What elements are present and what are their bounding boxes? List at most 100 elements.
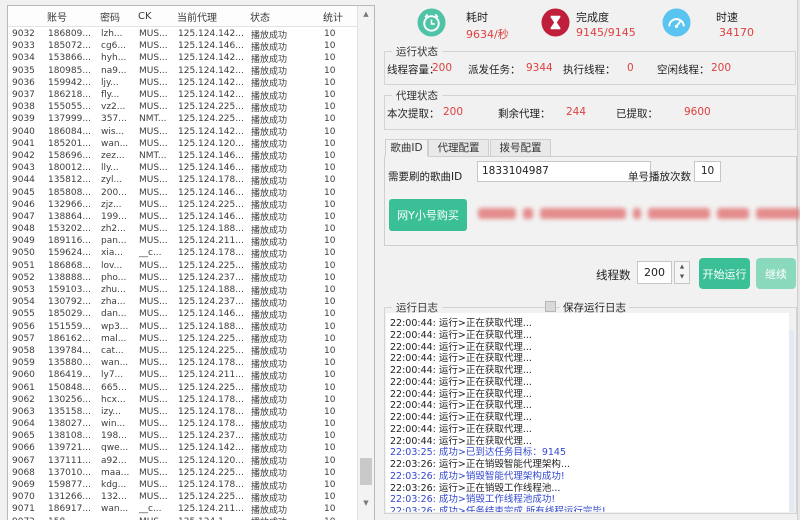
table-cell: 132... [97, 492, 135, 502]
save-log-checkbox[interactable] [545, 301, 556, 312]
table-row[interactable]: 9062130256...hcx...MUS...125.124.178...播… [8, 394, 357, 406]
table-header-proxy[interactable]: 当前代理 [174, 9, 247, 24]
table-row[interactable]: 9037186218...fly...MUS...125.124.142...播… [8, 89, 357, 101]
table-row[interactable]: 9047138864...199...MUS...125.124.146...播… [8, 211, 357, 223]
buy-account-button[interactable]: 网Y小号购买 [389, 199, 467, 231]
tab-proxy-config[interactable]: 代理配置 [428, 139, 489, 157]
table-row[interactable]: 9042158696...zez...NMT...125.124.146...播… [8, 150, 357, 162]
log-entry: 22:00:44: 运行>正在获取代理... [390, 412, 789, 424]
table-row[interactable]: 9054130792...zha...MUS...125.124.237...播… [8, 296, 357, 308]
speed-value: 34170 [719, 26, 754, 39]
table-row[interactable]: 9051186868...lov...MUS...125.124.225...播… [8, 260, 357, 272]
table-vertical-scrollbar[interactable]: ▲ ▼ [357, 6, 374, 520]
table-row[interactable]: 9046132966...zjz...MUS...125.124.225...播… [8, 199, 357, 211]
table-row[interactable]: 9045185808...200...MUS...125.124.146...播… [8, 186, 357, 198]
table-cell: 159877... [44, 480, 97, 490]
run-status-title: 运行状态 [392, 44, 442, 59]
table-row[interactable]: 9052138888...pho...MUS...125.124.237...播… [8, 272, 357, 284]
table-cell: 125.124.225... [174, 261, 247, 271]
tab-song-id[interactable]: 歌曲ID [385, 139, 428, 157]
table-header-ck[interactable]: CK [135, 11, 174, 22]
table-row[interactable]: 9072158......MUS...125.124.1...播放成功10 [8, 516, 357, 520]
table-row[interactable]: 9060186419...ly7...MUS...125.124.211...播… [8, 369, 357, 381]
table-cell: MUS... [135, 468, 174, 478]
scroll-down-icon[interactable]: ▼ [358, 496, 374, 510]
table-cell: MUS... [135, 90, 174, 100]
account-table: 账号 密码 CK 当前代理 状态 统计 9032186809...lzh...M… [7, 5, 375, 520]
table-row[interactable]: 9068137010...maa...MUS...125.124.225...播… [8, 467, 357, 479]
table-cell: 9032 [8, 29, 44, 39]
table-cell: 9039 [8, 114, 44, 124]
table-row[interactable]: 9071186917...wan...__c...125.124.211...播… [8, 503, 357, 515]
start-run-button[interactable]: 开始运行 [699, 258, 750, 289]
table-row[interactable]: 9055185029...dan...MUS...125.124.146...播… [8, 308, 357, 320]
table-cell: 9069 [8, 480, 44, 490]
table-row[interactable]: 9035180985...na9...MUS...125.124.142...播… [8, 65, 357, 77]
table-row[interactable]: 9061150848...665...MUS...125.124.225...播… [8, 381, 357, 393]
log-entry: 22:03:26: 成功>销毁智能代理架构成功! [390, 471, 789, 483]
scroll-up-icon[interactable]: ▲ [358, 7, 374, 21]
table-cell: 159942... [44, 78, 97, 88]
table-row[interactable]: 9067137111...a92...MUS...125.124.120...播… [8, 455, 357, 467]
table-row[interactable]: 9032186809...lzh...MUS...125.124.142...播… [8, 28, 357, 40]
stepper-up-icon[interactable]: ▲ [675, 262, 689, 272]
table-row[interactable]: 9043180012...lly...MUS...125.124.146...播… [8, 162, 357, 174]
run-log-output[interactable]: 22:00:44: 运行>正在获取代理... 22:00:44: 运行>正在获取代… [386, 313, 789, 512]
thread-count-input[interactable]: 200 [637, 261, 672, 284]
table-cell: 125.124.146... [174, 41, 247, 51]
table-cell: 125.124.142... [174, 78, 247, 88]
table-cell: 播放成功 [247, 320, 320, 333]
table-cell: 158696... [44, 151, 97, 161]
table-row[interactable]: 9036159942...ljy...MUS...125.124.142...播… [8, 77, 357, 89]
table-row[interactable]: 9041185201...wan...MUS...125.124.120...播… [8, 138, 357, 150]
table-row[interactable]: 9065138108...198...MUS...125.124.237...播… [8, 430, 357, 442]
table-cell: 播放成功 [247, 101, 320, 114]
table-cell: 10 [320, 309, 357, 319]
completion-hourglass-icon [541, 8, 570, 37]
table-row[interactable]: 9056151559...wp3...MUS...125.124.188...播… [8, 321, 357, 333]
continue-button[interactable]: 继续 [756, 258, 796, 289]
table-row[interactable]: 9033185072...cg6...MUS...125.124.146...播… [8, 40, 357, 52]
table-cell: 10 [320, 200, 357, 210]
song-id-input[interactable]: 1833104987 [477, 161, 651, 182]
table-header-status[interactable]: 状态 [247, 9, 320, 24]
table-row[interactable]: 9049189116...pan...MUS...125.124.211...播… [8, 235, 357, 247]
table-cell: 10 [320, 504, 357, 514]
table-header-password[interactable]: 密码 [97, 9, 135, 24]
play-count-input[interactable]: 10 [694, 161, 721, 182]
table-row[interactable]: 9053159103...zhu...MUS...125.124.188...播… [8, 284, 357, 296]
stepper-down-icon[interactable]: ▼ [675, 272, 689, 282]
table-cell: 9053 [8, 285, 44, 295]
table-row[interactable]: 9070131266...132...MUS...125.124.225...播… [8, 491, 357, 503]
log-entry: 22:00:44: 运行>正在获取代理... [390, 377, 789, 389]
table-cell: MUS... [135, 334, 174, 344]
table-cell: MUS... [135, 78, 174, 88]
table-row[interactable]: 9044135812...zyl...MUS...125.124.178...播… [8, 174, 357, 186]
table-row[interactable]: 9064138027...win...MUS...125.124.178...播… [8, 418, 357, 430]
table-row[interactable]: 9038155055...vz2...MUS...125.124.225...播… [8, 101, 357, 113]
table-cell: __c... [135, 248, 174, 258]
table-row[interactable]: 9039137999...357...NMT...125.124.225...播… [8, 113, 357, 125]
table-row[interactable]: 9048153202...zh2...MUS...125.124.188...播… [8, 223, 357, 235]
table-cell: 139721... [44, 443, 97, 453]
table-row[interactable]: 9059135880...wan...MUS...125.124.178...播… [8, 357, 357, 369]
table-row[interactable]: 9063135158...izy...MUS...125.124.178...播… [8, 406, 357, 418]
table-cell: MUS... [135, 139, 174, 149]
log-scrollbar[interactable] [789, 330, 794, 512]
table-row[interactable]: 9069159877...kdg...MUS...125.124.178...播… [8, 479, 357, 491]
table-row[interactable]: 9057186162...mal...MUS...125.124.225...播… [8, 333, 357, 345]
table-row[interactable]: 9058139784...cat...MUS...125.124.225...播… [8, 345, 357, 357]
table-row[interactable]: 9040186084...wis...MUS...125.124.142...播… [8, 126, 357, 138]
completion-label: 完成度 [576, 9, 609, 25]
table-row[interactable]: 9066139721...qwe...MUS...125.124.142...播… [8, 442, 357, 454]
table-row[interactable]: 9034153866...hyh...MUS...125.124.142...播… [8, 52, 357, 64]
table-header-stat[interactable]: 统计 [320, 9, 357, 24]
table-cell: vz2... [97, 102, 135, 112]
thread-count-stepper[interactable]: ▲ ▼ [674, 261, 690, 284]
table-cell: 155055... [44, 102, 97, 112]
table-header-account[interactable]: 账号 [44, 9, 97, 24]
table-cell: 125.124.225... [174, 346, 247, 356]
scrollbar-thumb[interactable] [360, 458, 372, 485]
tab-dial-config[interactable]: 拨号配置 [490, 139, 551, 157]
table-row[interactable]: 9050159624...xia...__c...125.124.178...播… [8, 247, 357, 259]
